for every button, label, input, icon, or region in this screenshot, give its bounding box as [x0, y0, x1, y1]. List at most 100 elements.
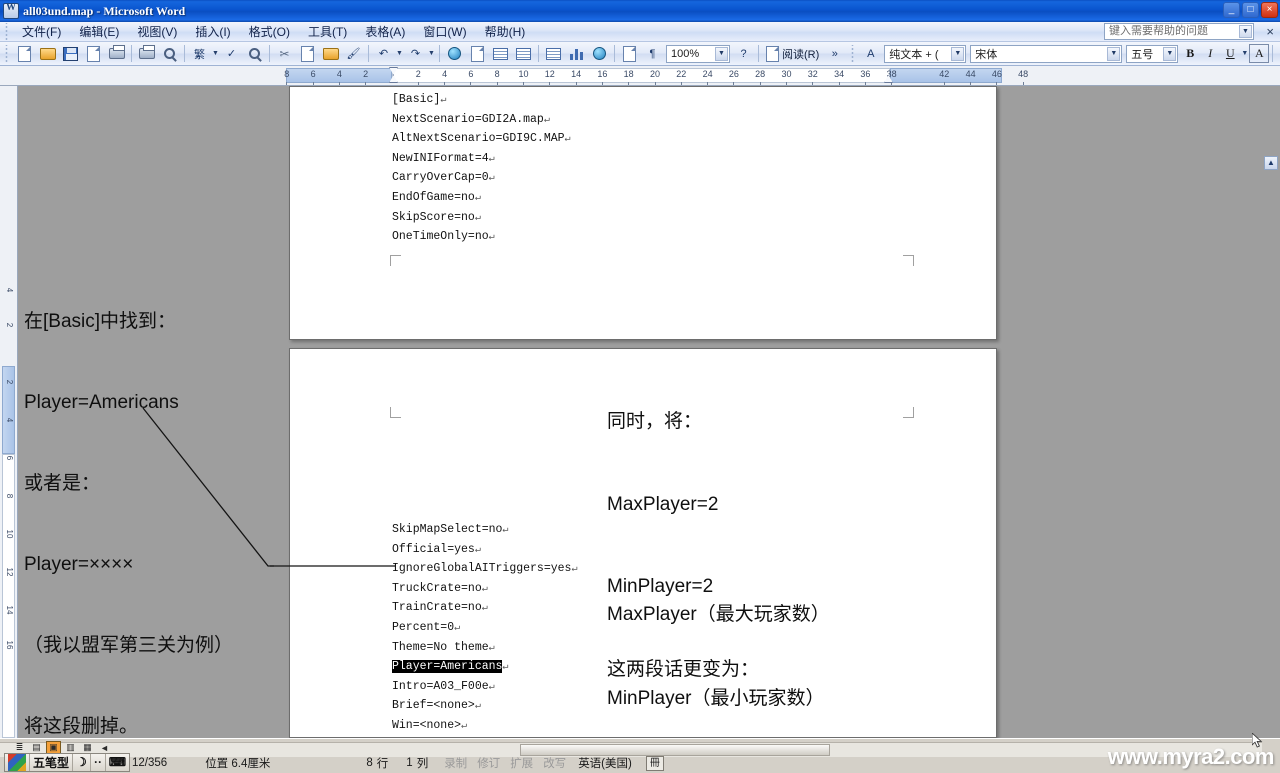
insert-table-icon[interactable]	[490, 44, 511, 64]
language-indicator[interactable]: 英语(美国)	[578, 755, 632, 771]
ini-line[interactable]: EndOfGame=no↵	[392, 189, 571, 209]
menu-table[interactable]: 表格(A)	[356, 21, 414, 42]
chevron-down-icon[interactable]: ▼	[1107, 46, 1121, 61]
style-combo[interactable]: 纯文本 + ( ▼	[884, 44, 967, 63]
redo-chevron-down-icon[interactable]: ▼	[427, 50, 436, 57]
ime-punctuation-toggle-icon[interactable]: ··	[91, 754, 106, 771]
paste-icon[interactable]	[320, 44, 341, 64]
ini-text-block-page2[interactable]: SkipMapSelect=no↵ Official=yes↵ IgnoreGlob…	[392, 521, 577, 738]
ini-line[interactable]: TruckCrate=no↵	[392, 580, 577, 600]
ini-line[interactable]: NewINIFormat=4↵	[392, 150, 571, 170]
spelling-grammar-icon[interactable]: ✓	[221, 44, 242, 64]
menu-window[interactable]: 窗口(W)	[414, 21, 475, 42]
undo-icon[interactable]: ↶	[373, 44, 394, 64]
chevron-down-icon[interactable]: ▼	[1163, 46, 1177, 61]
ini-line[interactable]: AltNextScenario=GDI9C.MAP↵	[392, 130, 571, 150]
cut-icon[interactable]: ✂	[274, 44, 295, 64]
ime-input-method-label[interactable]: 五笔型	[30, 754, 74, 771]
ime-shape-toggle-icon[interactable]: ☽	[73, 754, 91, 771]
ini-line[interactable]: Theme=No theme↵	[392, 639, 577, 659]
ini-line[interactable]: Brief=<none>↵	[392, 697, 577, 717]
mail-recipient-icon[interactable]	[83, 44, 104, 64]
ini-line[interactable]: Percent=0↵	[392, 619, 577, 639]
menu-view[interactable]: 视图(V)	[128, 21, 186, 42]
ini-line[interactable]: SkipMapSelect=no↵	[392, 521, 577, 541]
font-name-combo[interactable]: 宋体 ▼	[970, 44, 1123, 63]
menu-tools[interactable]: 工具(T)	[299, 21, 356, 42]
traditional-chinese-icon[interactable]: 繁	[189, 44, 210, 64]
insert-comment-icon[interactable]	[467, 44, 488, 64]
horizontal-ruler[interactable]: 8 6 4 2 2 4 6 8 10 12 14 16 18 20 22 24 26 28 30 32 34 36 38 42…	[0, 66, 1280, 86]
font-size-combo[interactable]: 五号 ▼	[1126, 44, 1179, 63]
scroll-up-arrow-icon[interactable]: ▲	[1264, 156, 1278, 170]
menu-edit[interactable]: 编辑(E)	[70, 21, 128, 42]
toolbar-overflow-icon[interactable]: »	[824, 44, 845, 64]
toolbar-drag-handle-2[interactable]	[848, 44, 858, 63]
ini-text-block-page1[interactable]: [Basic]↵ NextScenario=GDI2A.map↵ AltNextSc…	[392, 91, 571, 248]
save-icon[interactable]	[60, 44, 81, 64]
menubar-drag-handle[interactable]	[2, 22, 11, 41]
ini-line[interactable]: [Basic]↵	[392, 91, 571, 111]
menu-help[interactable]: 帮助(H)	[476, 21, 535, 42]
minimize-button[interactable]: _	[1223, 2, 1240, 18]
print-icon[interactable]	[136, 44, 157, 64]
vertical-ruler[interactable]: 4 2 2 4 6 8 10 12 14 16	[0, 86, 18, 738]
show-hide-paragraph-icon[interactable]: ¶	[642, 44, 663, 64]
character-border-button[interactable]: A	[1249, 44, 1270, 63]
ime-language-bar[interactable]: 五笔型 ☽ ·· ⌨	[4, 753, 131, 772]
ini-line[interactable]: TrainCrate=no↵	[392, 599, 577, 619]
show-formatting-marks-icon[interactable]	[619, 44, 640, 64]
ini-line[interactable]: CarryOverCap=0↵	[392, 169, 571, 189]
align-center-icon[interactable]: ≡	[1276, 44, 1280, 63]
maximize-button[interactable]: □	[1242, 2, 1259, 18]
extend-selection-indicator[interactable]: 扩展	[510, 755, 533, 771]
columns-icon[interactable]	[543, 44, 564, 64]
styles-formatting-icon[interactable]: A	[860, 44, 881, 64]
format-painter-icon[interactable]: 🖌	[343, 44, 364, 64]
menu-insert[interactable]: 插入(I)	[186, 21, 239, 42]
bold-button[interactable]: B	[1180, 44, 1200, 63]
underline-chevron-down-icon[interactable]: ▼	[1240, 50, 1249, 57]
ini-line[interactable]: Official=yes↵	[392, 541, 577, 561]
chevron-down-icon[interactable]: ▼	[211, 50, 220, 57]
ini-line[interactable]: OneTimeOnly=no↵	[392, 228, 571, 248]
document-canvas[interactable]: [Basic]↵ NextScenario=GDI2A.map↵ AltNextSc…	[18, 86, 1280, 738]
insert-excel-sheet-icon[interactable]	[513, 44, 534, 64]
record-macro-indicator[interactable]: 录制	[444, 755, 467, 771]
close-button[interactable]: ×	[1261, 2, 1278, 18]
drawing-icon[interactable]	[566, 44, 587, 64]
permission-icon[interactable]	[106, 44, 127, 64]
copy-icon[interactable]	[297, 44, 318, 64]
ini-line[interactable]: Player=Americans↵	[392, 658, 577, 678]
menu-format[interactable]: 格式(O)	[240, 21, 299, 42]
reading-layout-button[interactable]: 阅读(R)	[762, 45, 823, 62]
ini-line[interactable]: NextScenario=GDI2A.map↵	[392, 111, 571, 131]
ime-soft-keyboard-icon[interactable]: ⌨	[106, 754, 129, 771]
redo-icon[interactable]: ↷	[405, 44, 426, 64]
ini-line[interactable]: IgnoreGlobalAITriggers=yes↵	[392, 560, 577, 580]
underline-button[interactable]: U	[1220, 44, 1240, 63]
close-taskpane-icon[interactable]: ×	[1266, 24, 1274, 39]
chevron-down-icon[interactable]: ▼	[1239, 25, 1252, 38]
chevron-down-icon[interactable]: ▼	[715, 46, 728, 61]
italic-button[interactable]: I	[1200, 44, 1220, 63]
new-document-icon[interactable]	[14, 44, 35, 64]
overtype-indicator[interactable]: 改写	[543, 755, 566, 771]
print-preview-icon[interactable]	[159, 44, 180, 64]
chevron-down-icon[interactable]: ▼	[951, 46, 965, 61]
zoom-combo[interactable]: 100% ▼	[666, 44, 730, 63]
toolbar-drag-handle-1[interactable]	[2, 44, 11, 63]
ini-line[interactable]: SkipScore=no↵	[392, 209, 571, 229]
research-icon[interactable]	[244, 44, 265, 64]
document-page-1[interactable]: [Basic]↵ NextScenario=GDI2A.map↵ AltNextSc…	[289, 86, 997, 340]
ini-line[interactable]: Win=<none>↵	[392, 717, 577, 737]
spellcheck-book-icon[interactable]: 冊	[645, 755, 664, 771]
track-changes-indicator[interactable]: 修订	[477, 755, 500, 771]
ask-a-question-input[interactable]: 键入需要帮助的问题 ▼	[1104, 23, 1254, 40]
insert-hyperlink-icon[interactable]	[444, 44, 465, 64]
menu-file[interactable]: 文件(F)	[13, 21, 70, 42]
help-icon[interactable]: ?	[733, 44, 754, 64]
open-folder-icon[interactable]	[37, 44, 58, 64]
undo-chevron-down-icon[interactable]: ▼	[395, 50, 404, 57]
ini-line[interactable]: Intro=A03_F00e↵	[392, 678, 577, 698]
